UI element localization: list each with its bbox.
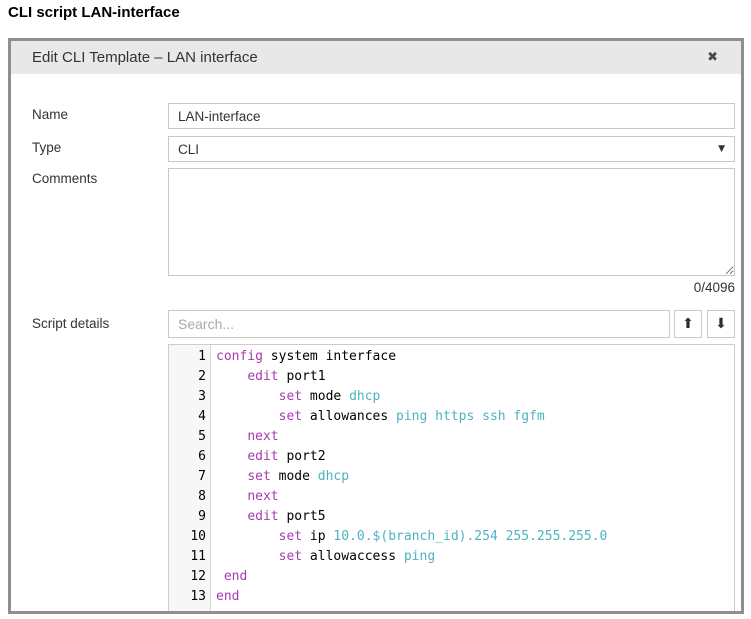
arrow-down-icon: ⬇ xyxy=(715,317,727,331)
line-number: 10 xyxy=(169,527,212,547)
line-number: 1 xyxy=(169,347,212,367)
type-select-value: CLI xyxy=(178,142,718,157)
code-text: set allowaccess ping xyxy=(212,547,435,567)
comments-textarea[interactable] xyxy=(168,168,735,276)
line-number: 7 xyxy=(169,467,212,487)
code-text: set ip 10.0.$(branch_id).254 255.255.255… xyxy=(212,527,607,547)
line-number: 4 xyxy=(169,407,212,427)
arrow-up-icon: ⬆ xyxy=(682,317,694,331)
line-number: 12 xyxy=(169,567,212,587)
code-line: 1config system interface xyxy=(169,347,734,367)
search-next-button[interactable]: ⬇ xyxy=(707,310,735,338)
code-line: 8 next xyxy=(169,487,734,507)
code-line: 10 set ip 10.0.$(branch_id).254 255.255.… xyxy=(169,527,734,547)
code-line: 2 edit port1 xyxy=(169,367,734,387)
search-previous-button[interactable]: ⬆ xyxy=(674,310,702,338)
code-line: 5 next xyxy=(169,427,734,447)
line-number: 2 xyxy=(169,367,212,387)
code-line: 11 set allowaccess ping xyxy=(169,547,734,567)
script-code-editor[interactable]: 1config system interface2 edit port13 se… xyxy=(168,344,735,611)
code-text: edit port5 xyxy=(212,507,326,527)
line-number: 11 xyxy=(169,547,212,567)
line-number: 13 xyxy=(169,587,212,607)
code-line: 4 set allowances ping https ssh fgfm xyxy=(169,407,734,427)
line-number: 5 xyxy=(169,427,212,447)
edit-cli-template-dialog: Edit CLI Template – LAN interface ✖ Name… xyxy=(8,38,744,614)
search-input[interactable] xyxy=(168,310,670,338)
code-line: 9 edit port5 xyxy=(169,507,734,527)
name-input[interactable] xyxy=(168,103,735,129)
line-number: 6 xyxy=(169,447,212,467)
chevron-down-icon: ▼ xyxy=(718,144,725,154)
type-label: Type xyxy=(32,140,61,155)
code-text: config system interface xyxy=(212,347,396,367)
comments-label: Comments xyxy=(32,171,97,186)
code-lines: 1config system interface2 edit port13 se… xyxy=(169,347,734,607)
script-details-label: Script details xyxy=(32,316,109,331)
code-text: set allowances ping https ssh fgfm xyxy=(212,407,545,427)
line-number: 9 xyxy=(169,507,212,527)
page-title: CLI script LAN-interface xyxy=(8,4,180,21)
comments-char-counter: 0/4096 xyxy=(168,280,735,295)
code-text: end xyxy=(212,567,247,587)
dialog-header: Edit CLI Template – LAN interface ✖ xyxy=(11,41,741,74)
code-line: 12 end xyxy=(169,567,734,587)
code-text: set mode dhcp xyxy=(212,387,380,407)
type-select[interactable]: CLI ▼ xyxy=(168,136,735,162)
code-text: edit port1 xyxy=(212,367,326,387)
close-icon[interactable]: ✖ xyxy=(707,51,718,64)
code-text: set mode dhcp xyxy=(212,467,349,487)
code-line: 3 set mode dhcp xyxy=(169,387,734,407)
line-number: 8 xyxy=(169,487,212,507)
code-text: edit port2 xyxy=(212,447,326,467)
code-text: next xyxy=(212,487,279,507)
name-label: Name xyxy=(32,107,68,122)
code-line: 13end xyxy=(169,587,734,607)
code-text: next xyxy=(212,427,279,447)
code-line: 7 set mode dhcp xyxy=(169,467,734,487)
code-line: 6 edit port2 xyxy=(169,447,734,467)
code-text: end xyxy=(212,587,239,607)
dialog-body: Name Type CLI ▼ Comments 0/4096 Script d… xyxy=(11,74,741,611)
dialog-title: Edit CLI Template – LAN interface xyxy=(32,49,707,66)
line-number: 3 xyxy=(169,387,212,407)
